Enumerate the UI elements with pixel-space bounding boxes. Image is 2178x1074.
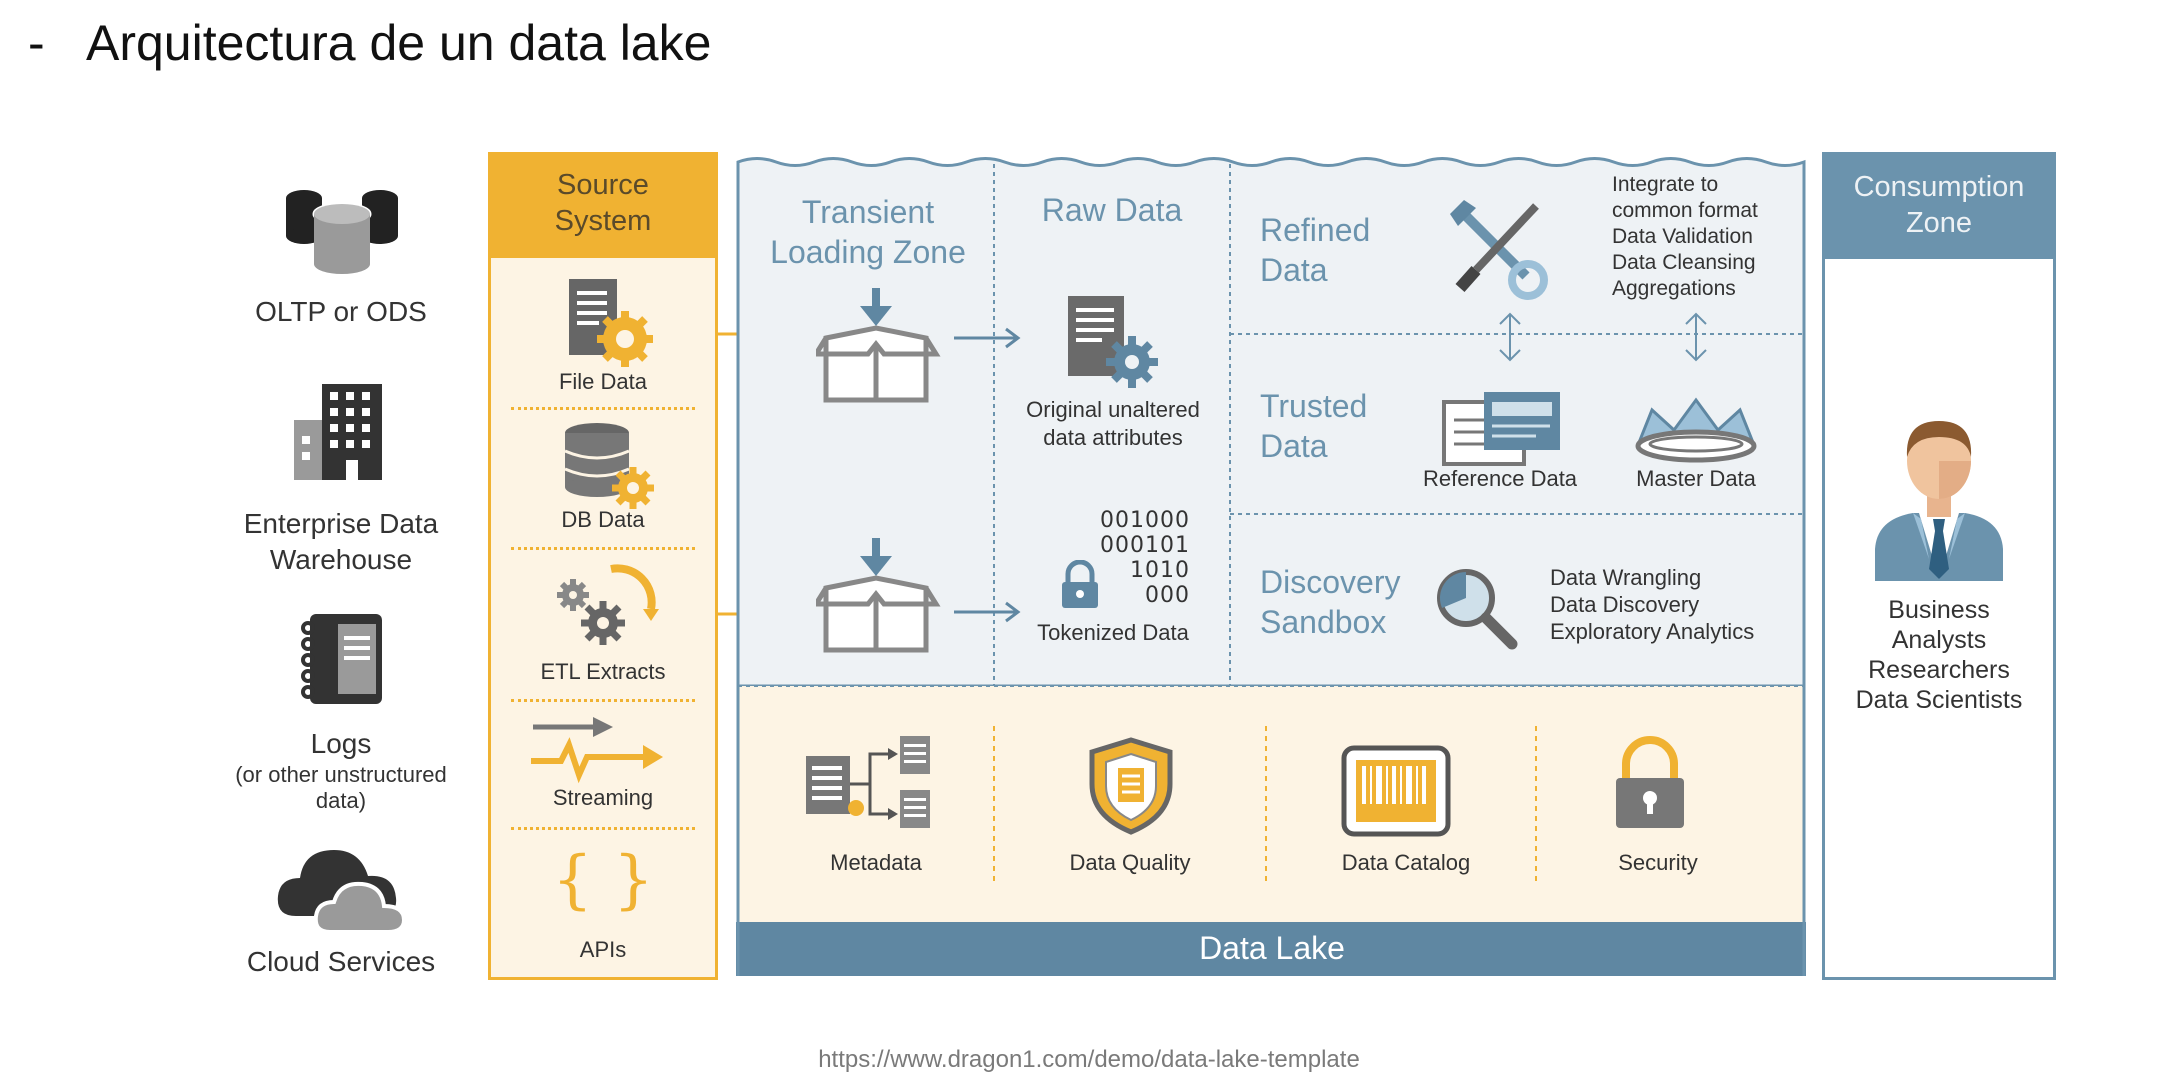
api-braces-icon: { } — [552, 843, 654, 917]
reference-data-label: Reference Data — [1422, 466, 1578, 491]
database-cluster-icon — [286, 190, 398, 274]
source-item-etl-extracts: ETL Extracts — [540, 659, 666, 684]
lock-icon — [1062, 560, 1098, 608]
refined-data-title: Refined Data — [1260, 212, 1371, 288]
source-oltp-label: OLTP or ODS — [255, 296, 427, 327]
governance-security-label: Security — [1618, 850, 1698, 875]
database-gear-icon — [564, 423, 654, 509]
slide-title: Arquitectura de un data lake — [86, 15, 712, 71]
reference-documents-icon — [1442, 392, 1560, 466]
discovery-sandbox-title: Discovery Sandbox — [1260, 564, 1401, 640]
box-arrow-icon — [816, 288, 941, 403]
consumption-zone-panel: Consumption Zone Business Analysts Resea… — [1822, 152, 2056, 980]
source-item-streaming: Streaming — [552, 785, 654, 810]
building-icon — [294, 384, 382, 480]
double-arrows — [1499, 312, 1707, 362]
data-lake-footer: Data Lake — [1199, 930, 1345, 966]
divider — [511, 407, 695, 410]
governance-metadata-label: Metadata — [830, 850, 922, 875]
source-url[interactable]: https://www.dragon1.com/demo/data-lake-t… — [0, 1046, 2178, 1074]
wrench-screwdriver-icon — [1450, 200, 1548, 300]
transient-zone-title: Transient Loading Zone — [770, 194, 966, 270]
source-system-panel: Source System File Data DB Data ETL Extr… — [488, 152, 718, 980]
business-user-avatar — [1875, 421, 2003, 581]
sources-column: OLTP or ODS Enterprise Data Warehouse Lo… — [235, 180, 447, 980]
barcode-catalog-icon — [1341, 745, 1451, 837]
streaming-arrows-icon — [531, 717, 663, 784]
governance-data-catalog-label: Data Catalog — [1341, 850, 1471, 875]
divider — [511, 547, 695, 550]
governance-data-quality-label: Data Quality — [1069, 850, 1191, 875]
source-logs-label: Logs (or other unstructured data) — [235, 728, 447, 813]
raw-data-title: Raw Data — [1041, 192, 1183, 228]
source-item-db-data: DB Data — [561, 507, 645, 532]
file-gear-icon — [569, 279, 653, 367]
file-gear-icon — [1068, 296, 1158, 388]
title-bullet: - — [28, 15, 45, 71]
trusted-data-title: Trusted Data — [1260, 388, 1368, 464]
padlock-icon — [1616, 736, 1684, 828]
box-arrow-icon — [816, 538, 941, 653]
source-item-apis: APIs — [579, 937, 627, 962]
transient-to-raw-arrows — [954, 327, 1021, 623]
logs-notebook-icon — [301, 614, 382, 704]
refined-notes: Integrate to common format Data Validati… — [1612, 173, 1758, 300]
divider — [511, 699, 695, 702]
shield-icon — [1089, 737, 1173, 835]
divider — [511, 827, 695, 830]
tokenized-data-label: Tokenized Data — [1037, 620, 1189, 645]
discovery-notes: Data Wrangling Data Discovery Explorator… — [1550, 565, 1755, 644]
consumption-zone-header: Consumption Zone — [1825, 155, 2053, 259]
consumption-users: Business Analysts Researchers Data Scien… — [1855, 596, 2023, 714]
crown-icon — [1635, 397, 1757, 463]
source-system-header: Source System — [491, 155, 715, 258]
metadata-tree-icon — [806, 736, 930, 828]
source-item-file-data: File Data — [558, 369, 648, 394]
etl-gears-icon — [557, 564, 659, 645]
magnifier-icon — [1437, 569, 1518, 650]
source-edw-label: Enterprise Data Warehouse — [243, 508, 439, 575]
cloud-icon — [277, 850, 407, 934]
master-data-label: Master Data — [1636, 466, 1756, 491]
raw-data-caption: Original unaltered data attributes — [1026, 397, 1200, 450]
source-cloud-label: Cloud Services — [246, 946, 436, 977]
